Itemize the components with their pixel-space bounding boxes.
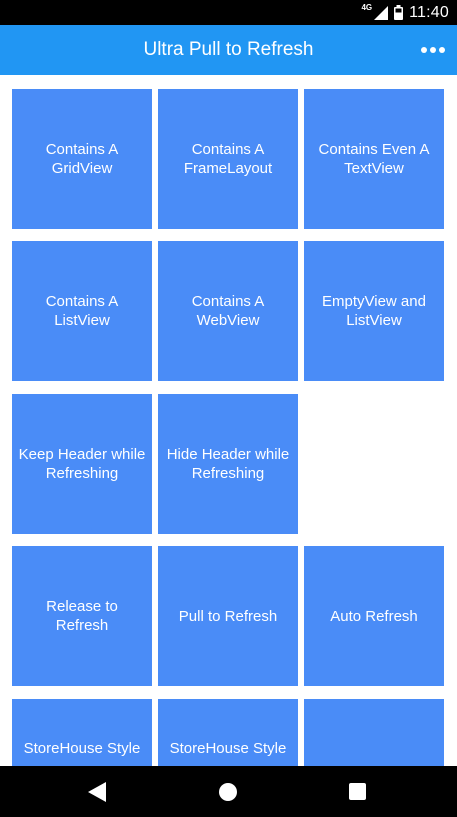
tile-contains-textview[interactable]: Contains Even A TextView bbox=[304, 89, 444, 229]
tile-pull-to-refresh[interactable]: Pull to Refresh bbox=[158, 546, 298, 686]
overflow-menu-button[interactable] bbox=[417, 36, 449, 64]
more-horizontal-icon bbox=[430, 47, 436, 53]
tile-contains-webview[interactable]: Contains A WebView bbox=[158, 241, 298, 381]
recents-square-icon[interactable] bbox=[349, 783, 366, 800]
tile-storehouse-style[interactable]: StoreHouse Style bbox=[12, 699, 152, 766]
tile-contains-gridview[interactable]: Contains A GridView bbox=[12, 89, 152, 229]
demo-grid[interactable]: Contains A GridView Contains A FrameLayo… bbox=[0, 75, 457, 766]
tile-emptyview-listview[interactable]: EmptyView and ListView bbox=[304, 241, 444, 381]
tile-partially-visible[interactable] bbox=[304, 699, 444, 766]
battery-icon bbox=[394, 5, 404, 20]
more-horizontal-icon bbox=[421, 47, 427, 53]
tile-contains-framelayout[interactable]: Contains A FrameLayout bbox=[158, 89, 298, 229]
tile-auto-refresh[interactable]: Auto Refresh bbox=[304, 546, 444, 686]
back-triangle-icon[interactable] bbox=[88, 782, 106, 802]
tile-hide-header[interactable]: Hide Header while Refreshing bbox=[158, 394, 298, 534]
network-type: 4G bbox=[361, 3, 373, 12]
tile-contains-listview[interactable]: Contains A ListView bbox=[12, 241, 152, 381]
tile-keep-header[interactable]: Keep Header while Refreshing bbox=[12, 394, 152, 534]
signal-icon bbox=[374, 5, 389, 20]
status-indicators: 4G 11:40 bbox=[361, 0, 449, 25]
app-bar: Ultra Pull to Refresh bbox=[0, 25, 457, 75]
navigation-bar bbox=[0, 766, 457, 817]
tile-release-to-refresh[interactable]: Release to Refresh bbox=[12, 546, 152, 686]
home-circle-icon[interactable] bbox=[219, 783, 237, 801]
clock: 11:40 bbox=[409, 3, 449, 21]
status-bar: 4G 11:40 bbox=[0, 0, 457, 25]
page-title: Ultra Pull to Refresh bbox=[143, 39, 314, 60]
tile-storehouse-style[interactable]: StoreHouse Style bbox=[158, 699, 298, 766]
more-horizontal-icon bbox=[439, 47, 445, 53]
